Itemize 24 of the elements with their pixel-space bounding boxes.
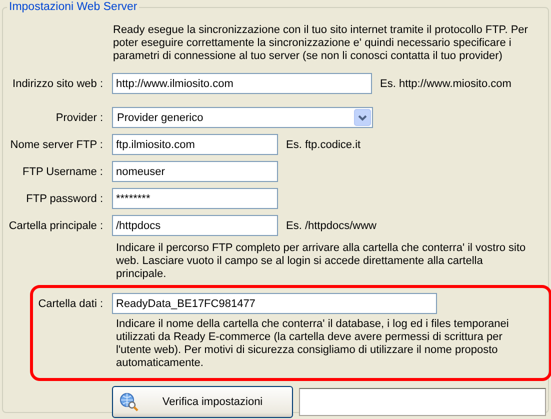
result-field[interactable] xyxy=(299,388,546,416)
field-label: FTP Username : xyxy=(22,166,103,178)
dropdown[interactable]: Provider generico xyxy=(112,107,373,128)
verify-button[interactable]: Verifica impostazioni xyxy=(112,386,293,418)
field-label: Cartella principale : xyxy=(8,220,103,232)
globe-magnifier-icon xyxy=(119,392,139,412)
input-field[interactable]: ReadyData_BE17FC981477 xyxy=(112,293,437,314)
example-text: Es. /httpdocs/www xyxy=(286,220,376,232)
input-field[interactable]: /httpdocs xyxy=(112,215,278,236)
input-field[interactable]: http://www.ilmiosito.com xyxy=(112,73,372,94)
input-field[interactable]: ******** xyxy=(112,188,278,209)
example-text: Es. http://www.miosito.com xyxy=(380,78,512,90)
field-label: Cartella dati : xyxy=(37,298,103,310)
group-title: Impostazioni Web Server xyxy=(8,1,138,13)
field-label: Indirizzo sito web : xyxy=(12,78,103,90)
field-label: Provider : xyxy=(54,112,103,124)
field-label: FTP password : xyxy=(25,192,103,204)
help-text: Indicare il nome della cartella che conterra' il database, i log ed i files temporanei utilizzati da Ready E-commerce (la cartella deve avere permessi di scrittura per l'utente web). Per motivi di sicurezza consigliamo di utilizzare il nome proposto automaticamente. xyxy=(116,318,510,370)
input-field[interactable]: nomeuser xyxy=(112,161,278,182)
intro-text: Ready esegue la sincronizzazione con il tuo sito internet tramite il protocollo FTP. Per poter eseguire correttamente la sincronizzazione e' quindi necessario specificare i parametri di connessione al tuo server (se non li conosci contatta il tuo provider) xyxy=(113,24,529,63)
input-field[interactable]: ftp.ilmiosito.com xyxy=(112,134,278,155)
field-label: Nome server FTP : xyxy=(9,138,103,150)
example-text: Es. ftp.codice.it xyxy=(286,138,361,150)
help-text: Indicare il percorso FTP completo per arrivare alla cartella che conterra' il vostro sito web. Lasciare vuoto il campo se al login si accede direttamente alla cartella principale. xyxy=(116,242,527,281)
